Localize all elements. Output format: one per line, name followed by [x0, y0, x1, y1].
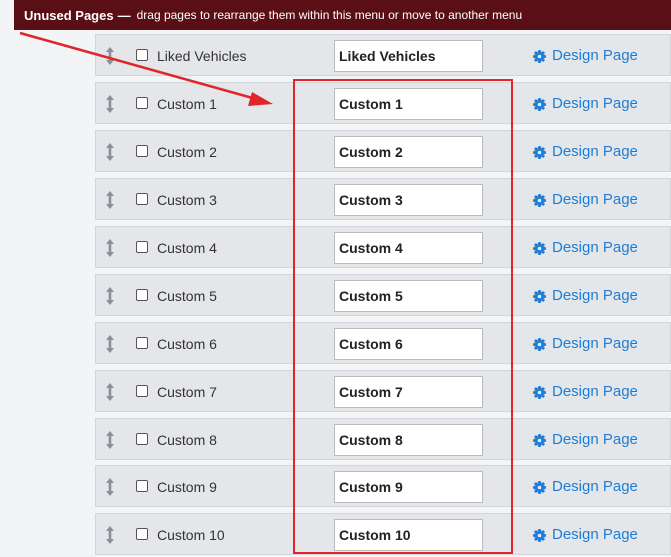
drag-handle-icon[interactable] — [104, 190, 116, 210]
drag-handle-icon[interactable] — [104, 46, 116, 66]
page-label: Custom 7 — [157, 384, 217, 400]
page-label: Liked Vehicles — [157, 48, 247, 64]
page-row: Custom 1 Design Page — [95, 82, 671, 124]
page-label: Custom 2 — [157, 144, 217, 160]
page-checkbox[interactable] — [136, 337, 148, 349]
gear-icon — [533, 145, 546, 159]
gear-icon — [533, 97, 546, 111]
page-checkbox[interactable] — [136, 289, 148, 301]
design-page-label: Design Page — [552, 383, 638, 400]
page-checkbox[interactable] — [136, 145, 148, 157]
drag-handle-icon[interactable] — [104, 430, 116, 450]
page-label: Custom 6 — [157, 336, 217, 352]
design-page-link[interactable]: Design Page — [533, 191, 638, 209]
page-name-input[interactable] — [334, 184, 483, 216]
page-name-input[interactable] — [334, 232, 483, 264]
design-page-label: Design Page — [552, 191, 638, 208]
page-checkbox[interactable] — [136, 385, 148, 397]
drag-handle-icon[interactable] — [104, 94, 116, 114]
design-page-label: Design Page — [552, 431, 638, 448]
page-label: Custom 1 — [157, 96, 217, 112]
gear-icon — [533, 385, 546, 399]
design-page-link[interactable]: Design Page — [533, 95, 638, 113]
design-page-label: Design Page — [552, 95, 638, 112]
page-label: Custom 9 — [157, 479, 217, 495]
page-label: Custom 10 — [157, 527, 225, 543]
page-checkbox[interactable] — [136, 433, 148, 445]
design-page-link[interactable]: Design Page — [533, 431, 638, 449]
design-page-link[interactable]: Design Page — [533, 47, 638, 65]
page-label: Custom 4 — [157, 240, 217, 256]
page-label: Custom 3 — [157, 192, 217, 208]
drag-handle-icon[interactable] — [104, 525, 116, 545]
gear-icon — [533, 480, 546, 494]
gear-icon — [533, 193, 546, 207]
drag-handle-icon[interactable] — [104, 334, 116, 354]
page-label: Custom 8 — [157, 432, 217, 448]
section-header: Unused Pages — drag pages to rearrange t… — [14, 0, 671, 30]
section-separator: — — [117, 7, 131, 23]
page-name-input[interactable] — [334, 88, 483, 120]
page-row: Custom 9 Design Page — [95, 465, 671, 507]
page-row: Custom 6 Design Page — [95, 322, 671, 364]
page-name-input[interactable] — [334, 519, 483, 551]
gear-icon — [533, 433, 546, 447]
page-name-input[interactable] — [334, 280, 483, 312]
page-row: Custom 7 Design Page — [95, 370, 671, 412]
design-page-label: Design Page — [552, 143, 638, 160]
drag-handle-icon[interactable] — [104, 382, 116, 402]
page-row: Custom 5 Design Page — [95, 274, 671, 316]
section-description: drag pages to rearrange them within this… — [136, 8, 523, 22]
design-page-label: Design Page — [552, 335, 638, 352]
page-checkbox[interactable] — [136, 49, 148, 61]
design-page-link[interactable]: Design Page — [533, 287, 638, 305]
page-label: Custom 5 — [157, 288, 217, 304]
page-name-input[interactable] — [334, 136, 483, 168]
gear-icon — [533, 528, 546, 542]
design-page-link[interactable]: Design Page — [533, 239, 638, 257]
page-checkbox[interactable] — [136, 480, 148, 492]
drag-handle-icon[interactable] — [104, 142, 116, 162]
design-page-label: Design Page — [552, 526, 638, 543]
page-checkbox[interactable] — [136, 241, 148, 253]
page-checkbox[interactable] — [136, 528, 148, 540]
page-name-input[interactable] — [334, 471, 483, 503]
page-row: Custom 10 Design Page — [95, 513, 671, 555]
page-name-input[interactable] — [334, 424, 483, 456]
design-page-link[interactable]: Design Page — [533, 143, 638, 161]
design-page-link[interactable]: Design Page — [533, 478, 638, 496]
page-checkbox[interactable] — [136, 97, 148, 109]
drag-handle-icon[interactable] — [104, 477, 116, 497]
page-row: Custom 4 Design Page — [95, 226, 671, 268]
gear-icon — [533, 241, 546, 255]
page-row: Custom 2 Design Page — [95, 130, 671, 172]
page-row: Custom 3 Design Page — [95, 178, 671, 220]
page-name-input[interactable] — [334, 376, 483, 408]
design-page-label: Design Page — [552, 239, 638, 256]
page-name-input[interactable] — [334, 40, 483, 72]
design-page-link[interactable]: Design Page — [533, 526, 638, 544]
design-page-label: Design Page — [552, 478, 638, 495]
design-page-label: Design Page — [552, 287, 638, 304]
design-page-link[interactable]: Design Page — [533, 335, 638, 353]
page-row: Custom 8 Design Page — [95, 418, 671, 460]
design-page-link[interactable]: Design Page — [533, 383, 638, 401]
gear-icon — [533, 337, 546, 351]
drag-handle-icon[interactable] — [104, 286, 116, 306]
gear-icon — [533, 49, 546, 63]
page-checkbox[interactable] — [136, 193, 148, 205]
gear-icon — [533, 289, 546, 303]
drag-handle-icon[interactable] — [104, 238, 116, 258]
page-row: Liked Vehicles Design Page — [95, 34, 671, 76]
section-title: Unused Pages — [24, 7, 114, 23]
page-name-input[interactable] — [334, 328, 483, 360]
design-page-label: Design Page — [552, 47, 638, 64]
